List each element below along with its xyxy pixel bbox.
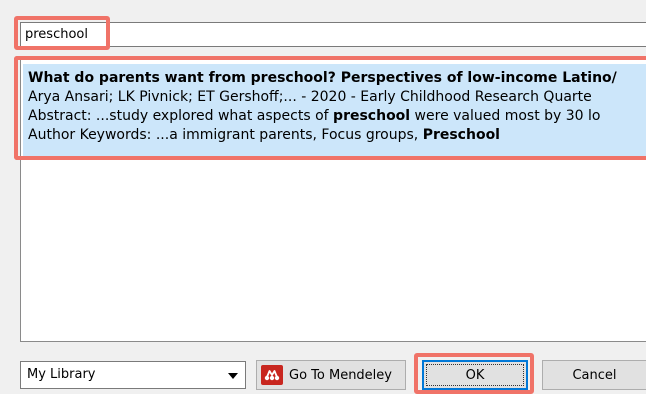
go-to-mendeley-label: Go To Mendeley: [289, 367, 392, 383]
result-keywords: Author Keywords: ...a immigrant parents,…: [28, 126, 646, 145]
library-select[interactable]: My Library: [20, 361, 246, 389]
list-item[interactable]: What do parents want from preschool? Per…: [23, 64, 646, 160]
ok-button[interactable]: OK: [422, 360, 528, 390]
result-title: What do parents want from preschool? Per…: [28, 70, 617, 86]
cancel-button[interactable]: Cancel: [542, 360, 646, 390]
result-abstract: Abstract: ...study explored what aspects…: [28, 107, 646, 126]
cancel-label: Cancel: [572, 367, 617, 383]
focus-ring: [426, 364, 524, 386]
library-select-value: My Library: [27, 367, 96, 382]
mendeley-logo-icon: [261, 365, 283, 385]
keywords-match: Preschool: [422, 127, 500, 143]
keywords-prefix: Author Keywords: ...a immigrant parents,…: [28, 127, 423, 143]
search-input[interactable]: [20, 22, 646, 47]
results-list[interactable]: What do parents want from preschool? Per…: [20, 56, 646, 342]
go-to-mendeley-button[interactable]: Go To Mendeley: [256, 360, 406, 390]
abstract-prefix: Abstract: ...study explored what aspects…: [28, 108, 334, 124]
abstract-match: preschool: [333, 108, 411, 124]
result-meta: Arya Ansari; LK Pivnick; ET Gershoff;...…: [28, 89, 592, 105]
abstract-suffix: were valued most by 30 lo: [410, 108, 601, 124]
chevron-down-icon: [228, 373, 238, 379]
mendeley-search-dialog: What do parents want from preschool? Per…: [0, 0, 646, 394]
